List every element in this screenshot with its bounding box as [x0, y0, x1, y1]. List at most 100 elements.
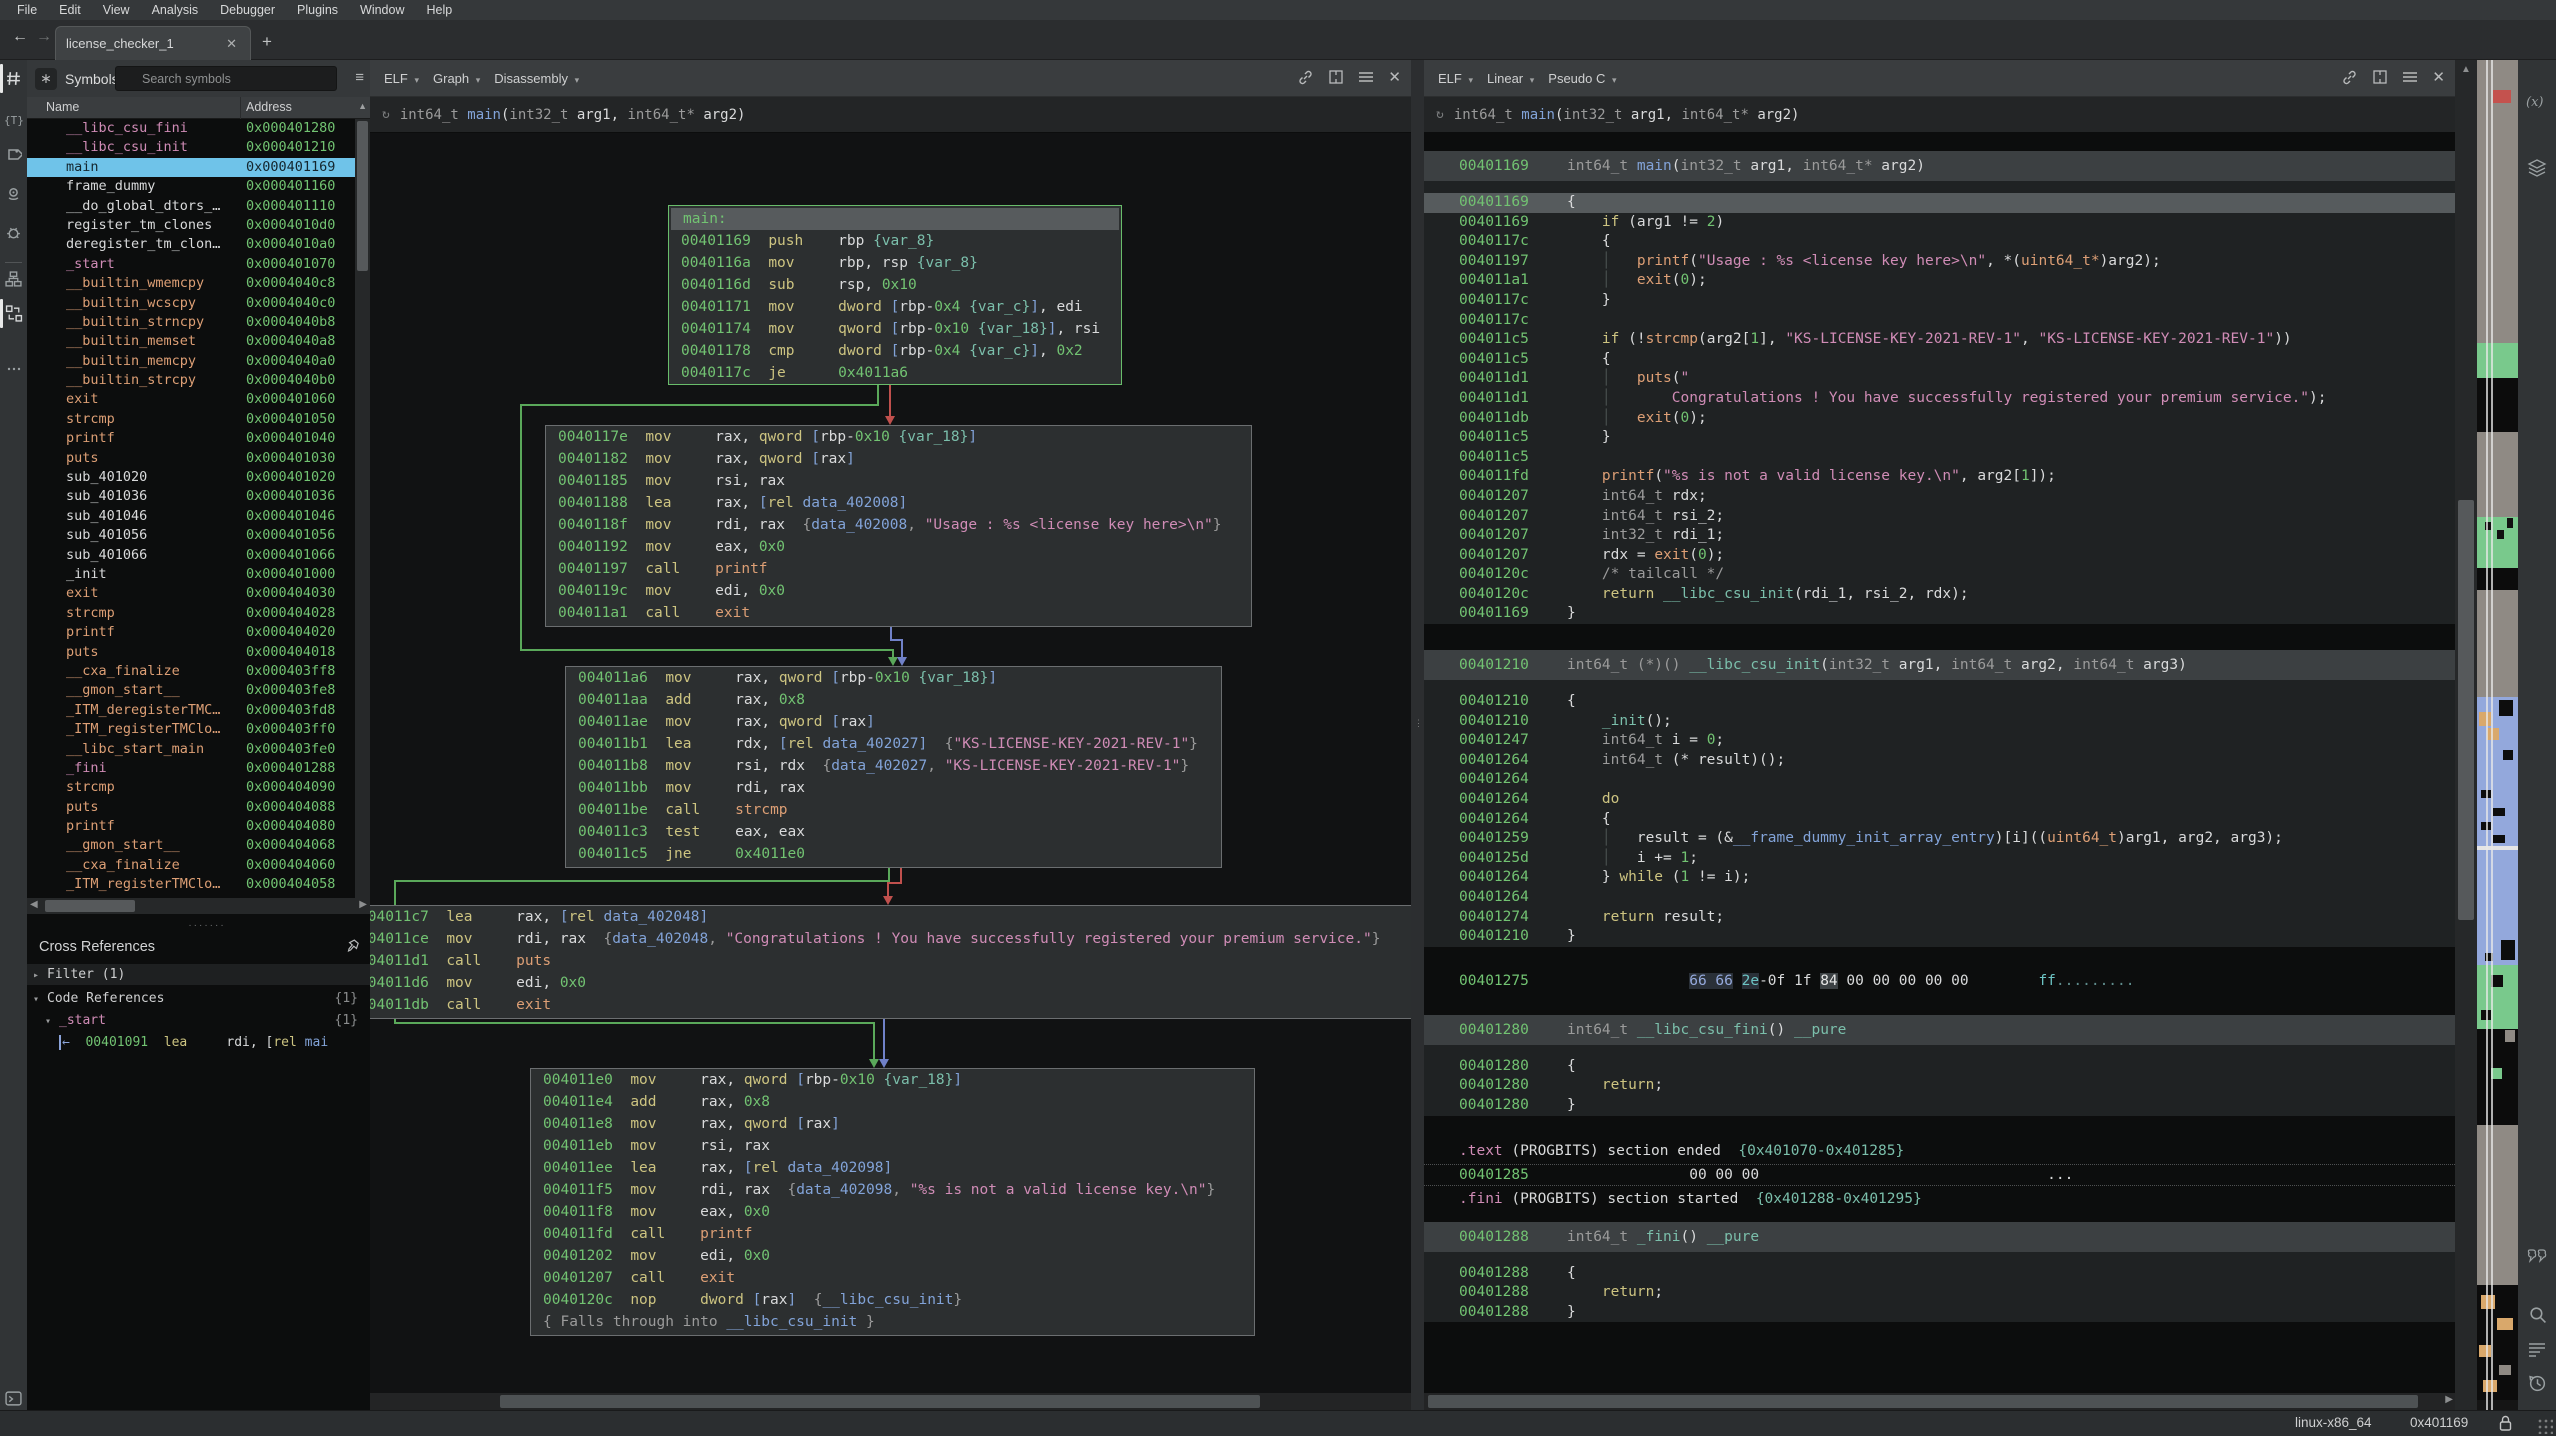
menu-file[interactable]: File [6, 3, 48, 17]
symbol-row[interactable]: deregister_tm_clon…0x0004010a0 [27, 235, 355, 254]
code-line[interactable]: 00401264 } while (1 != i); [1424, 868, 2455, 888]
symbol-row[interactable]: sub_4010360x000401036 [27, 487, 355, 506]
tab-license-checker[interactable]: license_checker_1 ✕ [55, 26, 251, 60]
code-line[interactable]: 004011fd printf("%s is not a valid licen… [1424, 467, 2455, 487]
code-line[interactable]: 00401207 int64_t rdx; [1424, 487, 2455, 507]
basic-block[interactable]: 004011a6 mov rax, qword [rbp-0x10 {var_1… [565, 666, 1222, 868]
scroll-up-icon[interactable]: ▲ [358, 101, 367, 111]
symbol-row[interactable]: _start0x000401070 [27, 255, 355, 274]
basic-block[interactable]: 004011e0 mov rax, qword [rbp-0x10 {var_1… [530, 1068, 1255, 1336]
menu-debugger[interactable]: Debugger [209, 3, 286, 17]
symbol-row[interactable]: sub_4010200x000401020 [27, 468, 355, 487]
symbol-row[interactable]: __builtin_wcscpy0x0004040c0 [27, 294, 355, 313]
symbols-vertical-scrollbar[interactable] [355, 119, 370, 898]
more-icon[interactable] [3, 358, 24, 379]
sync-link-icon[interactable] [1297, 69, 1314, 86]
code-line[interactable]: 00401169 if (arg1 != 2) [1424, 213, 2455, 233]
symbol-row[interactable]: strcmp0x000401050 [27, 410, 355, 429]
code-line[interactable]: 00401207 int32_t rdi_1; [1424, 526, 2455, 546]
xref-code-references-row[interactable]: ▾Code References{1} [27, 988, 370, 1009]
feature-map[interactable] [2477, 60, 2518, 1410]
xref-filter-row[interactable]: ▸Filter (1) [27, 964, 370, 985]
column-name[interactable]: Name [46, 100, 79, 114]
graph-canvas[interactable]: main:00401169 push rbp {var_8}0040116a m… [370, 133, 1411, 1393]
basic-block[interactable]: 0040117e mov rax, qword [rbp-0x10 {var_1… [545, 425, 1252, 627]
new-tab-button[interactable]: + [262, 32, 272, 52]
symbol-row[interactable]: __cxa_finalize0x000404060 [27, 856, 355, 875]
symbol-row[interactable]: register_tm_clones0x0004010d0 [27, 216, 355, 235]
code-line[interactable]: 00401264 do [1424, 790, 2455, 810]
code-line[interactable]: 004011db │ exit(0); [1424, 409, 2455, 429]
symbol-row[interactable]: puts0x000404088 [27, 798, 355, 817]
menu-analysis[interactable]: Analysis [141, 3, 210, 17]
symbol-row[interactable]: __gmon_start__0x000404068 [27, 836, 355, 855]
code-line[interactable]: 0040117c } [1424, 291, 2455, 311]
symbol-row[interactable]: printf0x000404080 [27, 817, 355, 836]
symbol-row[interactable]: main0x000401169 [27, 158, 355, 177]
lock-icon[interactable] [2498, 1415, 2513, 1432]
xref-entry-row[interactable]: ← 00401091 lea rdi, [rel mai [27, 1032, 370, 1053]
pane-menu-icon[interactable] [2402, 70, 2418, 84]
code-line[interactable]: 00401210{ [1424, 692, 2455, 712]
symbols-menu-icon[interactable]: ≡ [355, 69, 364, 86]
code-line[interactable]: 004011c5 { [1424, 350, 2455, 370]
symbol-row[interactable]: printf0x000404020 [27, 623, 355, 642]
code-line[interactable]: 004011c5 } [1424, 428, 2455, 448]
section-row[interactable]: .fini (PROGBITS) section started {0x4012… [1424, 1186, 2455, 1212]
symbol-row[interactable]: frame_dummy0x000401160 [27, 177, 355, 196]
basic-block[interactable]: main:00401169 push rbp {var_8}0040116a m… [668, 205, 1122, 385]
symbol-row[interactable]: __libc_csu_init0x000401210 [27, 138, 355, 157]
mini-graph-icon[interactable] [3, 269, 24, 290]
cross-references-icon[interactable] [3, 303, 24, 324]
symbol-row[interactable]: __builtin_strcpy0x0004040b0 [27, 371, 355, 390]
menu-plugins[interactable]: Plugins [286, 3, 349, 17]
code-line[interactable]: 00401169{ [1424, 193, 2455, 213]
code-line[interactable]: 00401197 │ printf("Usage : %s <license k… [1424, 252, 2455, 272]
function-signature-bar[interactable]: 00401288int64_t _fini() __pure [1424, 1222, 2455, 1252]
layers-icon[interactable] [2524, 155, 2550, 181]
symbol-row[interactable]: exit0x000401060 [27, 390, 355, 409]
menu-edit[interactable]: Edit [48, 3, 92, 17]
memory-map-icon[interactable] [3, 184, 24, 205]
code-line[interactable]: 00401264 [1424, 770, 2455, 790]
symbol-row[interactable]: _fini0x000401288 [27, 759, 355, 778]
code-line[interactable]: 00401280{ [1424, 1057, 2455, 1077]
code-line[interactable]: 00401264 int64_t (* result)(); [1424, 751, 2455, 771]
code-line[interactable]: 00401210 _init(); [1424, 712, 2455, 732]
symbol-row[interactable]: __do_global_dtors_…0x000401110 [27, 197, 355, 216]
code-line[interactable]: 0040117c { [1424, 232, 2455, 252]
code-line[interactable]: 00401210} [1424, 927, 2455, 947]
symbol-row[interactable]: __cxa_finalize0x000403ff8 [27, 662, 355, 681]
forward-button[interactable]: → [36, 28, 52, 46]
symbol-row[interactable]: __gmon_start__0x000403fe8 [27, 681, 355, 700]
view-menu-elf[interactable]: ELF ▾ [384, 71, 419, 86]
tab-close-icon[interactable]: ✕ [223, 36, 240, 52]
pane-splitter[interactable]: ⋮ [1411, 60, 1424, 1410]
linear-breadcrumb[interactable]: ↻int64_t main(int32_t arg1, int64_t* arg… [1424, 97, 2455, 133]
code-line[interactable]: 00401264 [1424, 888, 2455, 908]
menu-window[interactable]: Window [349, 3, 415, 17]
comments-icon[interactable] [2524, 1243, 2550, 1269]
view-menu-linear[interactable]: Linear ▾ [1487, 71, 1534, 86]
symbol-row[interactable]: _init0x000401000 [27, 565, 355, 584]
code-line[interactable]: 00401169} [1424, 604, 2455, 624]
function-signature-bar[interactable]: 00401280int64_t __libc_csu_fini() __pure [1424, 1015, 2455, 1045]
symbol-row[interactable]: sub_4010660x000401066 [27, 546, 355, 565]
symbol-row[interactable]: puts0x000404018 [27, 643, 355, 662]
symbols-horizontal-scrollbar[interactable]: ◀▶ [27, 898, 370, 914]
symbol-row[interactable]: __libc_start_main0x000403fe0 [27, 740, 355, 759]
code-line[interactable]: 00401280 return; [1424, 1076, 2455, 1096]
resize-grip[interactable] [2537, 1418, 2553, 1434]
symbol-row[interactable]: __libc_csu_fini0x000401280 [27, 119, 355, 138]
close-pane-icon[interactable]: ✕ [2432, 68, 2445, 86]
symbol-row[interactable]: puts0x000401030 [27, 449, 355, 468]
linear-vertical-scrollbar[interactable]: ▲ [2455, 60, 2477, 1410]
find-icon[interactable] [2524, 1301, 2550, 1327]
symbol-row[interactable]: sub_4010460x000401046 [27, 507, 355, 526]
hex-bytes-row[interactable]: 00401275 66 66 2e-0f 1f 84 00 00 00 00 0… [1424, 971, 2455, 991]
code-line[interactable]: 004011a1 │ exit(0); [1424, 271, 2455, 291]
terminal-icon[interactable] [3, 1388, 24, 1409]
view-menu-graph[interactable]: Graph ▾ [433, 71, 480, 86]
code-line[interactable]: 0040120c /* tailcall */ [1424, 565, 2455, 585]
pane-menu-icon[interactable] [1358, 70, 1374, 84]
